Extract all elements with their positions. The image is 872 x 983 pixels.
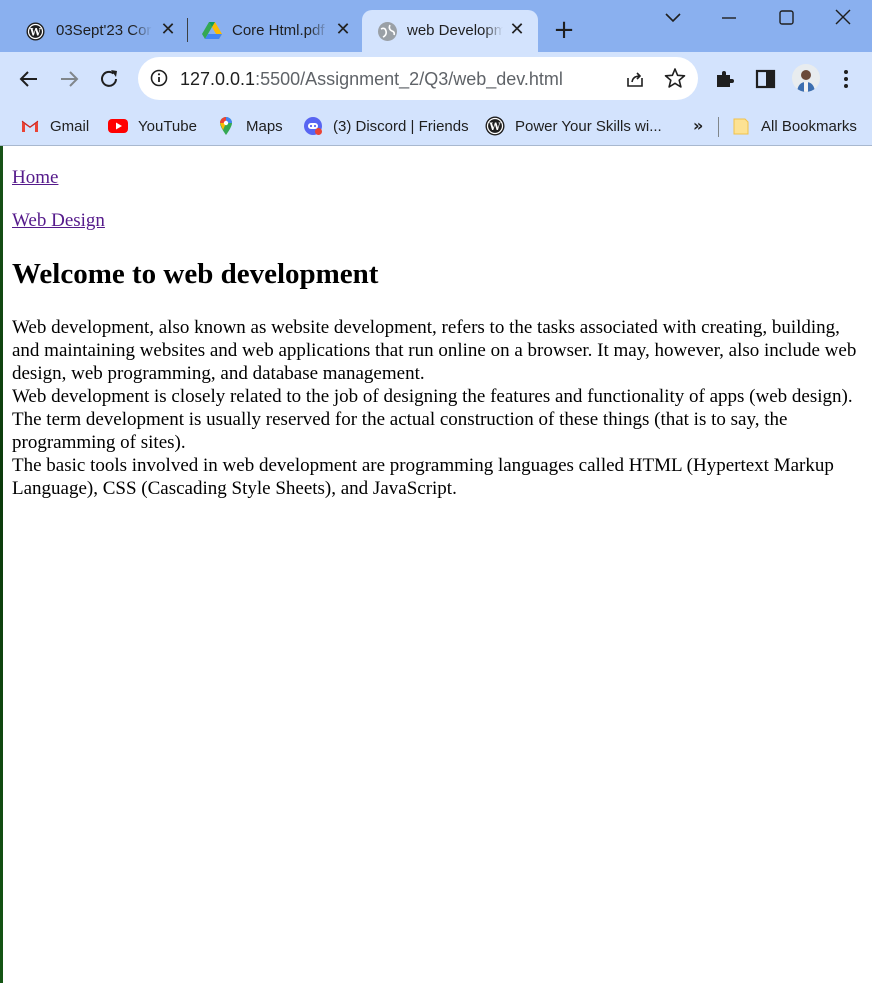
paragraph-definition: Web development, also known as website d… (12, 317, 857, 384)
svg-text:W: W (488, 122, 501, 133)
bookmark-discord[interactable]: (3) Discord | Friends (303, 106, 469, 146)
extensions-puzzle-icon[interactable] (713, 67, 737, 91)
paragraph-design-relation: Web development is closely related to th… (12, 386, 853, 453)
browser-toolbar: 127.0.0.1:5500/Assignment_2/Q3/web_dev.h… (0, 52, 872, 106)
google-drive-icon (202, 22, 222, 41)
url-path: :5500/Assignment_2/Q3/web_dev.html (255, 69, 563, 89)
new-tab-button[interactable]: + (552, 17, 576, 43)
more-bookmarks-chevron[interactable]: » (693, 116, 703, 135)
bookmarks-divider (718, 117, 719, 137)
share-icon[interactable] (624, 68, 646, 90)
tab-web-development[interactable]: web Development ✕ (362, 10, 538, 52)
tab-title: 03Sept'23 Core (56, 22, 152, 39)
youtube-icon (108, 116, 128, 136)
tab-core-html-pdf[interactable]: Core Html.pdf ✕ (186, 10, 362, 52)
tab-03sept-core[interactable]: W 03Sept'23 Core ✕ (0, 10, 186, 52)
discord-icon (303, 116, 323, 136)
close-tab-icon[interactable]: ✕ (507, 20, 527, 40)
bookmark-label: YouTube (138, 117, 197, 135)
page-heading: Welcome to web development (12, 258, 379, 290)
tab-title: Core Html.pdf (232, 22, 325, 39)
wordpress-icon: W (485, 116, 505, 136)
bookmark-label: Maps (246, 117, 283, 135)
minimize-button[interactable] (712, 6, 746, 30)
globe-icon (378, 22, 397, 41)
folder-icon (731, 116, 751, 136)
more-menu-icon[interactable] (834, 67, 858, 91)
tab-title: web Development (407, 22, 503, 39)
close-tab-icon[interactable]: ✕ (158, 20, 178, 40)
bookmark-label: (3) Discord | Friends (333, 117, 469, 135)
profile-avatar[interactable] (792, 64, 820, 92)
bookmark-youtube[interactable]: YouTube (108, 106, 197, 146)
url-host: 127.0.0.1 (180, 69, 256, 89)
bookmark-star-icon[interactable] (664, 67, 686, 89)
paragraph-tools: The basic tools involved in web developm… (12, 455, 834, 499)
maps-icon (216, 116, 236, 136)
web-page: Home Web Design Welcome to web developme… (3, 147, 872, 983)
info-icon[interactable] (150, 69, 168, 87)
reload-icon[interactable] (96, 66, 122, 92)
bookmark-label: All Bookmarks (761, 117, 857, 135)
back-arrow-icon[interactable] (16, 66, 42, 92)
maximize-button[interactable] (769, 6, 803, 30)
bookmark-label: Power Your Skills wi... (515, 117, 662, 135)
bookmark-label: Gmail (50, 117, 90, 135)
bookmark-maps[interactable]: Maps (216, 106, 283, 146)
browser-chrome: W 03Sept'23 Core ✕ Core Html.pdf ✕ web D… (0, 0, 872, 146)
close-tab-icon[interactable]: ✕ (333, 20, 353, 40)
forward-arrow-icon[interactable] (56, 66, 82, 92)
svg-text:W: W (29, 28, 42, 39)
bookmarks-bar: Gmail YouTube Maps (3) Discord | Friends… (0, 106, 872, 146)
home-link[interactable]: Home (12, 167, 58, 189)
bookmark-power-your-skills[interactable]: W Power Your Skills wi... (485, 106, 662, 146)
wordpress-icon: W (26, 22, 45, 41)
gmail-icon (20, 116, 40, 136)
url-text[interactable]: 127.0.0.1:5500/Assignment_2/Q3/web_dev.h… (180, 68, 563, 90)
web-design-link[interactable]: Web Design (12, 210, 105, 232)
address-bar[interactable]: 127.0.0.1:5500/Assignment_2/Q3/web_dev.h… (138, 57, 698, 100)
all-bookmarks-folder[interactable]: All Bookmarks (731, 106, 857, 146)
tab-search-icon[interactable] (656, 6, 690, 30)
bookmark-gmail[interactable]: Gmail (20, 106, 89, 146)
tab-strip: W 03Sept'23 Core ✕ Core Html.pdf ✕ web D… (0, 0, 872, 52)
close-window-button[interactable] (826, 6, 860, 30)
page-content: Web development, also known as website d… (12, 316, 857, 500)
side-panel-icon[interactable] (754, 67, 778, 91)
